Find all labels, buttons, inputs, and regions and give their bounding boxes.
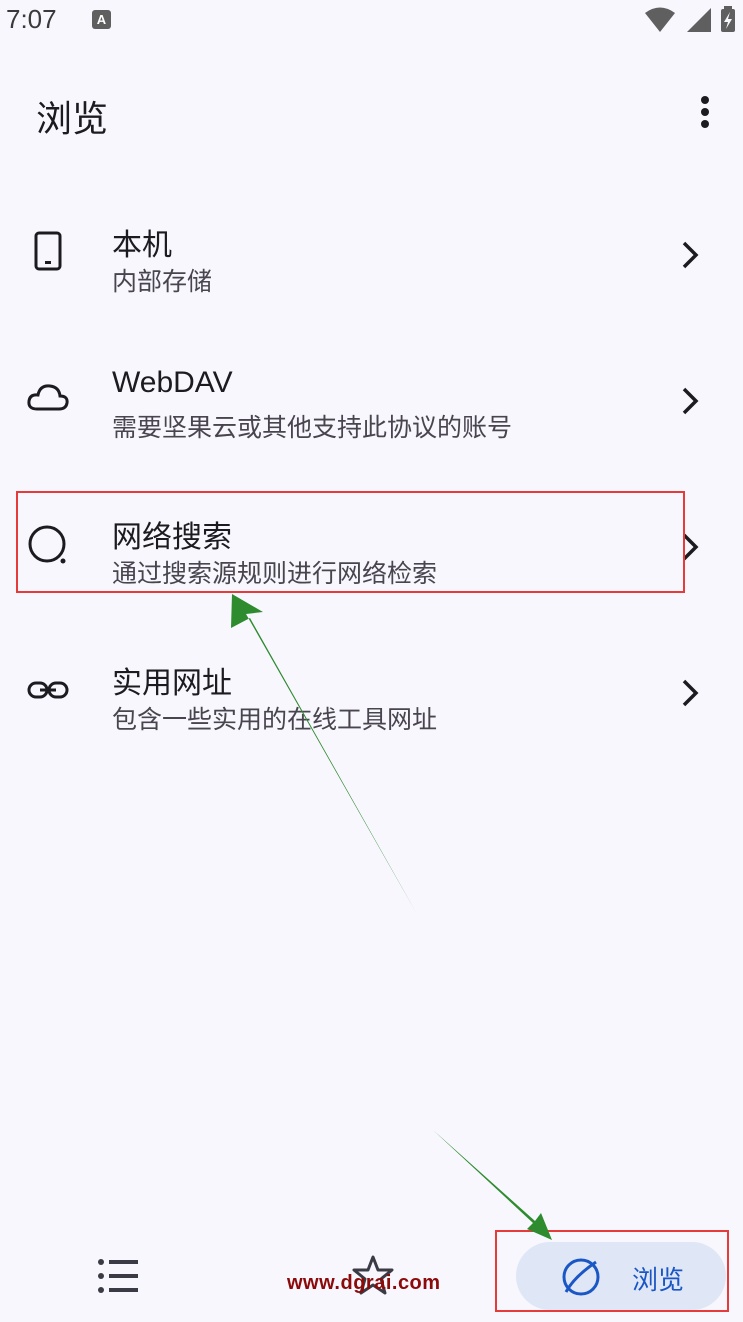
annotation-arrows: [231, 594, 552, 1240]
arrow-to-browse-tab: [433, 1130, 552, 1240]
arrow-to-web-search: [231, 594, 417, 914]
